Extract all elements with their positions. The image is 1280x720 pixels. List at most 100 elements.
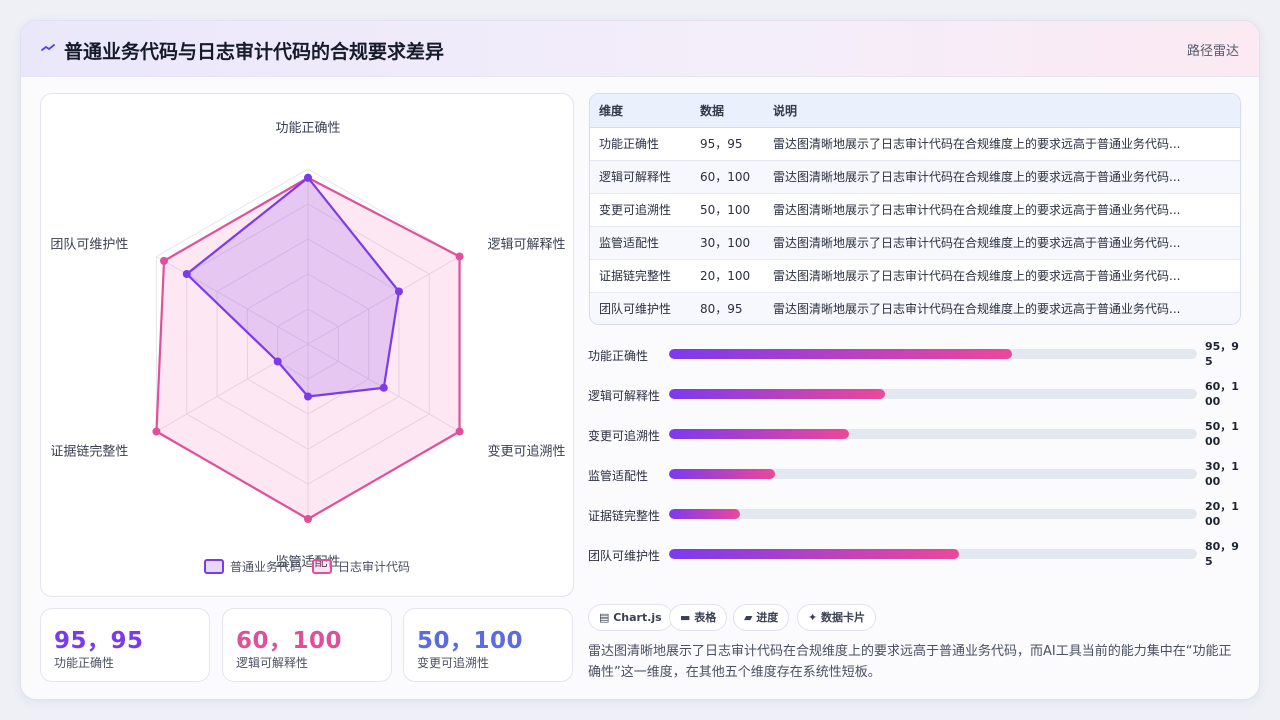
progress-row: 团队可维护性 80，95 [588, 539, 1248, 575]
progress-value: 60，100 [1205, 380, 1239, 408]
kpi-card-1: 95，95 功能正确性 [40, 608, 210, 682]
table-cell: 雷达图清晰地展示了日志审计代码在合规维度上的要求远高于普通业务代码... [764, 160, 1240, 194]
progress-track [669, 509, 1197, 519]
progress-fill [669, 469, 775, 479]
table-header-row: 维度 数据 说明 [590, 94, 1240, 128]
progress-chip[interactable]: ▰ 进度 [733, 604, 790, 631]
kpi-card-3: 50，100 变更可追溯性 [403, 608, 573, 682]
progress-fill [669, 429, 849, 439]
table-cell: 雷达图清晰地展示了日志审计代码在合规维度上的要求远高于普通业务代码... [764, 193, 1240, 227]
progress-value: 95，95 [1205, 340, 1239, 368]
table-row: 监管适配性 30，100 雷达图清晰地展示了日志审计代码在合规维度上的要求远高于… [590, 226, 1240, 260]
progress-track [669, 469, 1197, 479]
kpi-label: 逻辑可解释性 [236, 656, 309, 670]
progress-track [669, 349, 1197, 359]
column-header-dimension: 维度 [590, 94, 691, 128]
chart-description: 雷达图清晰地展示了日志审计代码在合规维度上的要求远高于普通业务代码，而AI工具当… [588, 644, 1232, 680]
kpi-label: 功能正确性 [54, 656, 115, 670]
table-cell: 功能正确性 [590, 127, 691, 161]
radar-data-point [304, 515, 312, 523]
radar-data-point [455, 252, 464, 261]
progress-label: 逻辑可解释性 [588, 389, 661, 403]
progress-row: 变更可追溯性 50，100 [588, 419, 1248, 455]
progress-label: 变更可追溯性 [588, 429, 661, 443]
table-cell: 60，100 [691, 160, 764, 194]
radar-axis-label: 证据链完整性 [50, 445, 128, 460]
progress-row: 逻辑可解释性 60，100 [588, 379, 1248, 415]
radar-axis-label: 团队可维护性 [50, 238, 128, 253]
table-cell: 50，100 [691, 193, 764, 227]
table-cell: 变更可追溯性 [590, 193, 691, 227]
table-cell: 雷达图清晰地展示了日志审计代码在合规维度上的要求远高于普通业务代码... [764, 259, 1240, 293]
table-cell: 80，95 [691, 292, 764, 324]
radar-logo-icon [41, 44, 55, 51]
legend-label: 日志审计代码 [338, 559, 410, 574]
radar-axis-label: 逻辑可解释性 [488, 238, 566, 253]
column-header-description: 说明 [764, 94, 1240, 128]
radar-data-point [182, 270, 191, 278]
data-table: 维度 数据 说明 功能正确性 95，95 雷达图清晰地展示了日志审计代码在合规维… [589, 93, 1241, 325]
progress-row: 证据链完整性 20，100 [588, 499, 1248, 535]
radar-chart: 功能正确性逻辑可解释性变更可追溯性监管适配性证据链完整性团队可维护性普通业务代码… [50, 121, 566, 574]
progress-bars: 功能正确性 95，95 逻辑可解释性 60，100 变更可追溯性 50，100 … [588, 339, 1248, 569]
progress-fill [669, 509, 741, 519]
header-tag: 路径雷达 [1186, 44, 1239, 59]
progress-row: 监管适配性 30，100 [588, 459, 1248, 495]
radar-data-point [455, 427, 464, 436]
radar-data-point [273, 357, 282, 366]
dashboard-card: 普通业务代码与日志审计代码的合规要求差异 路径雷达 功能正确性 逻辑可解释性 变更可… [20, 20, 1260, 700]
table-cell: 监管适配性 [590, 226, 691, 260]
progress-fill [669, 549, 960, 559]
table-cell: 逻辑可解释性 [590, 160, 691, 194]
page-title: 普通业务代码与日志审计代码的合规要求差异 [64, 41, 445, 63]
column-header-data: 数据 [691, 94, 764, 128]
kpi-value: 60，100 [236, 628, 343, 654]
radar-data-point [160, 256, 169, 265]
table-cell: 证据链完整性 [590, 259, 691, 293]
kpi-card-2: 60，100 逻辑可解释性 [222, 608, 392, 682]
chartjs-chip[interactable]: ▤ Chart.js [588, 604, 673, 631]
table-cell: 95，95 [691, 127, 764, 161]
progress-value: 80，95 [1205, 540, 1239, 568]
legend-label: 普通业务代码 [230, 559, 302, 574]
table-cell: 20，100 [691, 259, 764, 293]
kpi-value: 50，100 [417, 628, 524, 654]
kpi-label: 变更可追溯性 [417, 656, 490, 670]
radar-chart-panel: 功能正确性 逻辑可解释性 变更可追溯性 监管适配性 证据链完整性 团队可维护性 普通业务代码… [40, 93, 574, 597]
radar-axis-label: 变更可追溯性 [488, 444, 566, 460]
progress-value: 20，100 [1205, 500, 1239, 528]
progress-track [669, 389, 1197, 399]
progress-label: 证据链完整性 [588, 509, 661, 523]
table-cell: 雷达图清晰地展示了日志审计代码在合规维度上的要求远高于普通业务代码... [764, 292, 1240, 324]
progress-value: 30，100 [1205, 460, 1239, 488]
progress-label: 功能正确性 [588, 349, 649, 363]
radar-data-point [394, 287, 403, 296]
table-row: 团队可维护性 80，95 雷达图清晰地展示了日志审计代码在合规维度上的要求远高于… [590, 292, 1240, 324]
legend-swatch [312, 559, 332, 574]
progress-label: 监管适配性 [588, 469, 649, 483]
table-row: 功能正确性 95，95 雷达图清晰地展示了日志审计代码在合规维度上的要求远高于普… [590, 127, 1240, 161]
table-cell: 雷达图清晰地展示了日志审计代码在合规维度上的要求远高于普通业务代码... [764, 127, 1240, 161]
radar-data-point [379, 383, 388, 392]
table-row: 逻辑可解释性 60，100 雷达图清晰地展示了日志审计代码在合规维度上的要求远高… [590, 160, 1240, 194]
header-bar: 普通业务代码与日志审计代码的合规要求差异 路径雷达 [21, 21, 1259, 77]
progress-fill [669, 389, 886, 399]
table-row: 变更可追溯性 50，100 雷达图清晰地展示了日志审计代码在合规维度上的要求远高… [590, 193, 1240, 227]
table-cell: 30，100 [691, 226, 764, 260]
radar-axis-label: 功能正确性 [275, 121, 340, 136]
progress-row: 功能正确性 95，95 [588, 339, 1248, 375]
table-cell: 雷达图清晰地展示了日志审计代码在合规维度上的要求远高于普通业务代码... [764, 226, 1240, 260]
data-card-chip[interactable]: ✦ 数据卡片 [797, 604, 877, 631]
progress-fill [669, 349, 1013, 359]
radar-data-point [304, 173, 312, 182]
table-cell: 团队可维护性 [590, 292, 691, 324]
legend-swatch [204, 559, 224, 574]
progress-value: 50，100 [1205, 420, 1239, 448]
progress-track [669, 549, 1197, 559]
table-chip[interactable]: ▬ 表格 [669, 604, 728, 631]
progress-label: 团队可维护性 [588, 549, 661, 563]
kpi-value: 95，95 [54, 628, 144, 654]
radar-data-point [152, 427, 161, 436]
progress-track [669, 429, 1197, 439]
table-row: 证据链完整性 20，100 雷达图清晰地展示了日志审计代码在合规维度上的要求远高… [590, 259, 1240, 293]
